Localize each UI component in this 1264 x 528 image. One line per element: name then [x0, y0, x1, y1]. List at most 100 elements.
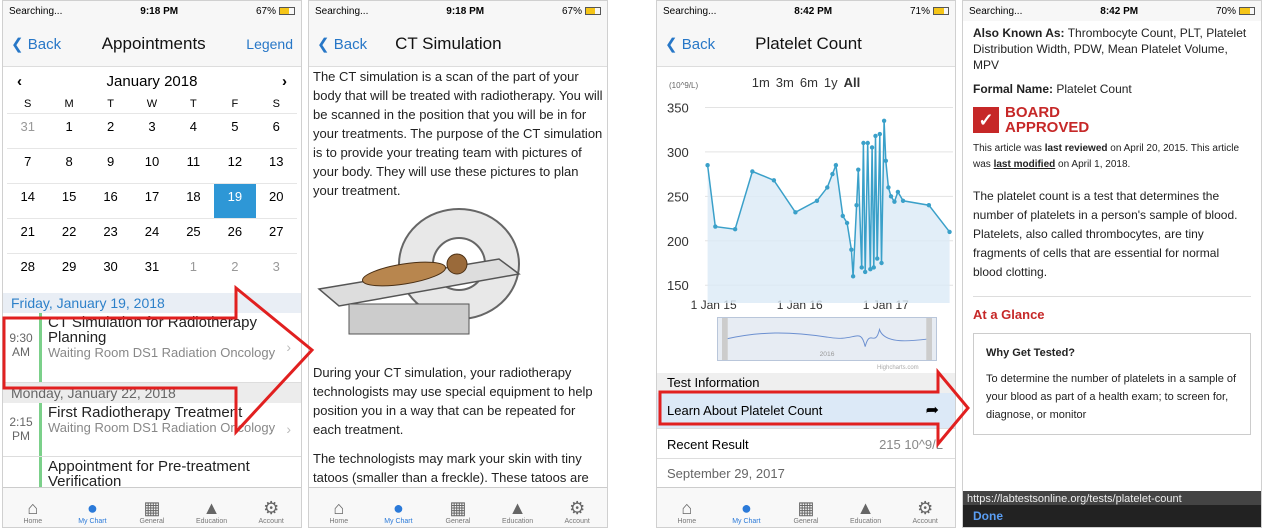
data-point[interactable]: [830, 171, 835, 177]
calendar-day[interactable]: 31: [131, 253, 173, 288]
tab-home[interactable]: ⌂ Home: [309, 488, 369, 527]
calendar-day[interactable]: 12: [214, 148, 256, 183]
data-point[interactable]: [793, 210, 798, 215]
calendar-day[interactable]: 7: [7, 148, 49, 183]
tab-education[interactable]: ▲ Education: [488, 488, 548, 527]
data-point[interactable]: [875, 256, 880, 261]
range-button-1y[interactable]: 1y: [824, 75, 838, 90]
data-point[interactable]: [869, 145, 875, 150]
tab-general[interactable]: ▦ General: [428, 488, 488, 527]
appointment-ct-simulation[interactable]: 9:30 AM CT Simulation for Radiotherapy P…: [3, 313, 301, 383]
data-point[interactable]: [705, 163, 710, 168]
calendar-day[interactable]: 30: [89, 253, 132, 288]
navigator-handle-right[interactable]: [926, 318, 932, 360]
calendar-day[interactable]: 25: [172, 218, 215, 253]
data-point[interactable]: [947, 229, 952, 235]
calendar-day[interactable]: 3: [255, 253, 297, 288]
data-point[interactable]: [840, 213, 845, 219]
calendar-day[interactable]: 1: [48, 113, 90, 148]
tab-general[interactable]: ▦ General: [122, 488, 182, 527]
calendar-day[interactable]: 14: [7, 183, 49, 218]
calendar-day[interactable]: 16: [89, 183, 132, 218]
data-point[interactable]: [873, 133, 878, 139]
data-point[interactable]: [771, 178, 777, 183]
data-point[interactable]: [900, 198, 906, 203]
calendar-day[interactable]: 9: [89, 148, 132, 183]
calendar-day[interactable]: 2: [214, 253, 256, 288]
tab-account[interactable]: ⚙ Account: [241, 488, 301, 527]
data-point[interactable]: [814, 198, 820, 203]
learn-about-link[interactable]: Learn About Platelet Count ➦: [657, 393, 955, 429]
back-button[interactable]: ❮ Back: [11, 35, 61, 53]
done-button[interactable]: Done: [973, 509, 1003, 523]
calendar-day[interactable]: 11: [172, 148, 215, 183]
data-point[interactable]: [888, 194, 894, 199]
calendar-day[interactable]: 3: [131, 113, 173, 148]
back-button[interactable]: ❮ Back: [317, 35, 367, 53]
calendar-day[interactable]: 22: [48, 218, 90, 253]
appointment-first-treatment[interactable]: 2:15 PM First Radiotherapy Treatment Wai…: [3, 403, 301, 457]
tab-education[interactable]: ▲ Education: [836, 488, 896, 527]
tab-education[interactable]: ▲ Education: [182, 488, 242, 527]
data-point[interactable]: [713, 224, 718, 229]
navigator-handle-left[interactable]: [722, 318, 728, 360]
calendar-day[interactable]: 15: [48, 183, 90, 218]
data-point[interactable]: [844, 220, 850, 226]
calendar-day[interactable]: 4: [172, 113, 215, 148]
range-button-6m[interactable]: 6m: [800, 75, 818, 90]
tab-account[interactable]: ⚙ Account: [547, 488, 607, 527]
range-button-All[interactable]: All: [844, 75, 861, 90]
tab-account[interactable]: ⚙ Account: [895, 488, 955, 527]
calendar-day[interactable]: 13: [255, 148, 297, 183]
prev-month-icon[interactable]: ‹: [17, 73, 22, 90]
data-point[interactable]: [877, 131, 883, 137]
data-point[interactable]: [849, 247, 854, 252]
data-point[interactable]: [859, 265, 864, 270]
calendar-day[interactable]: 10: [131, 148, 173, 183]
next-month-icon[interactable]: ›: [282, 73, 287, 90]
calendar-day[interactable]: 23: [89, 218, 132, 253]
tab-home[interactable]: ⌂ Home: [657, 488, 717, 527]
data-point[interactable]: [732, 227, 738, 232]
calendar-day[interactable]: 8: [48, 148, 90, 183]
calendar-day[interactable]: 20: [255, 183, 297, 218]
data-point[interactable]: [883, 158, 889, 163]
tab-my-chart[interactable]: ● My Chart: [717, 488, 777, 527]
calendar-day[interactable]: 18: [172, 183, 215, 218]
calendar-day[interactable]: 6: [255, 113, 297, 148]
data-point[interactable]: [854, 203, 859, 208]
data-point[interactable]: [856, 167, 861, 172]
calendar-day[interactable]: 29: [48, 253, 90, 288]
calendar-day[interactable]: 26: [214, 218, 256, 253]
tab-home[interactable]: ⌂ Home: [3, 488, 63, 527]
back-button[interactable]: ❮ Back: [665, 35, 715, 53]
chart-navigator[interactable]: 2016: [717, 317, 937, 361]
calendar-day[interactable]: 5: [214, 113, 256, 148]
calendar-day[interactable]: 24: [131, 218, 173, 253]
legend-button[interactable]: Legend: [246, 36, 293, 52]
data-point[interactable]: [861, 140, 866, 146]
calendar-day[interactable]: 2: [89, 113, 132, 148]
data-point[interactable]: [895, 189, 901, 195]
tab-my-chart[interactable]: ● My Chart: [63, 488, 123, 527]
range-button-1m[interactable]: 1m: [752, 75, 770, 90]
calendar-day[interactable]: 31: [7, 113, 49, 148]
data-point[interactable]: [892, 199, 897, 204]
tab-general[interactable]: ▦ General: [776, 488, 836, 527]
calendar-day[interactable]: 28: [7, 253, 49, 288]
data-point[interactable]: [886, 185, 891, 190]
data-point[interactable]: [865, 140, 870, 146]
data-point[interactable]: [750, 169, 755, 174]
range-button-3m[interactable]: 3m: [776, 75, 794, 90]
appointment-pre-treatment[interactable]: Appointment for Pre-treatment Verificati…: [3, 457, 301, 487]
calendar-day[interactable]: 19: [214, 183, 256, 218]
calendar-day[interactable]: 21: [7, 218, 49, 253]
calendar-day[interactable]: 27: [255, 218, 297, 253]
data-point[interactable]: [862, 269, 868, 275]
data-point[interactable]: [871, 265, 876, 270]
data-point[interactable]: [879, 260, 884, 266]
tab-my-chart[interactable]: ● My Chart: [369, 488, 429, 527]
data-point[interactable]: [825, 185, 830, 190]
data-point[interactable]: [833, 163, 839, 168]
calendar-day[interactable]: 17: [131, 183, 173, 218]
